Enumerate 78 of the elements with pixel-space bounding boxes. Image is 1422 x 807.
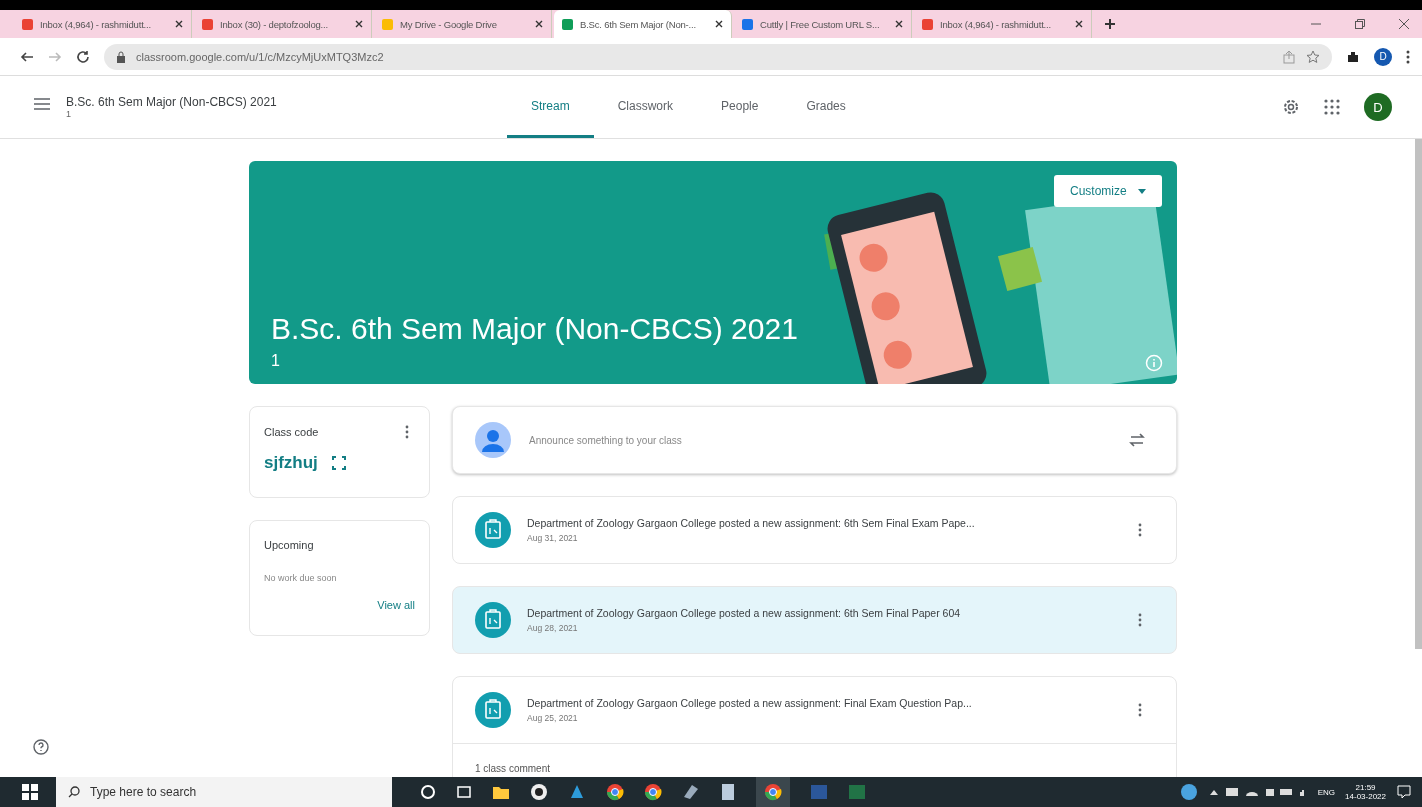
windows-start-icon[interactable]	[22, 784, 38, 800]
profile-avatar[interactable]: D	[1374, 47, 1392, 66]
nav-tab[interactable]: Grades	[782, 76, 870, 138]
taskbar-app-icon[interactable]	[720, 783, 736, 801]
scrollbar-thumb[interactable]	[1415, 139, 1422, 649]
close-tab-icon[interactable]	[895, 20, 903, 28]
post-date: Aug 31, 2021	[527, 533, 579, 543]
nav-tab[interactable]: Classwork	[593, 76, 698, 138]
class-code-label: Class code	[264, 426, 319, 438]
settings-icon[interactable]	[1282, 98, 1300, 116]
close-tab-icon[interactable]	[1075, 20, 1083, 28]
apps-grid-icon[interactable]	[1324, 99, 1340, 115]
chrome-icon[interactable]	[644, 783, 662, 801]
post-date: Aug 25, 2021	[527, 713, 579, 723]
search-icon	[68, 786, 80, 798]
taskbar-app-icon[interactable]	[682, 783, 700, 801]
clock-date[interactable]: 14-03-2022	[1345, 792, 1386, 801]
menu-icon[interactable]	[34, 98, 50, 110]
post-title: Department of Zoology Gargaon College posted a new assignment: Final Exam Question Pap...	[527, 697, 973, 709]
class-section: 1	[66, 109, 277, 119]
reload-icon[interactable]	[76, 49, 90, 64]
banner-title: B.Sc. 6th Sem Major (Non-CBCS) 2021	[271, 312, 798, 346]
assignment-icon	[475, 512, 511, 548]
close-icon[interactable]	[1398, 18, 1410, 30]
browser-tab[interactable]: B.Sc. 6th Sem Major (Non-...	[554, 10, 732, 38]
post-title: Department of Zoology Gargaon College posted a new assignment: 6th Sem Final Exam Pape...	[527, 517, 976, 529]
close-tab-icon[interactable]	[355, 20, 363, 28]
folder-icon[interactable]	[492, 784, 510, 800]
assignment-post[interactable]: Department of Zoology Gargaon College posted a new assignment: 6th Sem Final Paper 604 Aug 28, 2021	[452, 586, 1177, 654]
upcoming-title: Upcoming	[264, 539, 315, 551]
assignment-icon	[475, 602, 511, 638]
more-icon[interactable]	[1138, 613, 1142, 627]
announce-field[interactable]: Announce something to your class	[452, 406, 1177, 474]
caret-icon	[1138, 189, 1146, 195]
taskbar-app-icon[interactable]	[456, 784, 472, 800]
chrome-icon[interactable]	[606, 783, 624, 801]
class-comment-link[interactable]: 1 class comment	[475, 763, 551, 774]
language-indicator[interactable]: ENG	[1317, 787, 1336, 797]
customize-button[interactable]: Customize	[1053, 175, 1162, 207]
nav-tab[interactable]: Stream	[507, 76, 594, 138]
close-tab-icon[interactable]	[535, 20, 543, 28]
back-icon[interactable]	[20, 49, 34, 64]
assignment-icon	[475, 692, 511, 728]
address-bar[interactable]: classroom.google.com/u/1/c/MzcyMjUxMTQ3Mzc2	[104, 43, 1332, 70]
help-icon[interactable]	[33, 739, 49, 755]
more-icon[interactable]	[1138, 703, 1142, 717]
class-code: sjfzhuj	[264, 453, 318, 473]
notification-icon[interactable]	[1396, 784, 1412, 800]
chrome-icon[interactable]	[764, 783, 782, 801]
taskbar-search-field[interactable]: Type here to search	[56, 777, 392, 807]
taskbar-app-icon[interactable]	[530, 783, 548, 801]
more-icon[interactable]	[1138, 523, 1142, 537]
assignment-post[interactable]: Department of Zoology Gargaon College posted a new assignment: Final Exam Question Pap... Aug 25, 2021 1 class comment	[452, 676, 1177, 777]
lock-icon	[116, 50, 126, 63]
assignment-post[interactable]: Department of Zoology Gargaon College posted a new assignment: 6th Sem Final Exam Pape... Aug 31, 2021	[452, 496, 1177, 564]
close-tab-icon[interactable]	[715, 20, 723, 28]
repost-icon[interactable]	[1128, 431, 1146, 449]
nav-tab[interactable]: People	[697, 76, 783, 138]
fullscreen-icon[interactable]	[331, 456, 346, 470]
restore-icon[interactable]	[1354, 18, 1366, 30]
close-tab-icon[interactable]	[175, 20, 183, 28]
menu-dots-icon[interactable]	[1406, 49, 1410, 64]
upcoming-empty-text: No work due soon	[264, 573, 338, 583]
post-date: Aug 28, 2021	[527, 623, 579, 633]
more-icon[interactable]	[405, 425, 409, 439]
class-name: B.Sc. 6th Sem Major (Non-CBCS) 2021	[66, 95, 277, 109]
banner-section: 1	[271, 352, 798, 370]
view-all-link[interactable]: View all	[377, 599, 415, 611]
clock-time[interactable]: 21:59	[1355, 783, 1376, 792]
star-icon[interactable]	[1306, 49, 1320, 64]
extensions-icon[interactable]	[1346, 49, 1360, 64]
taskbar-app-icon[interactable]	[420, 784, 436, 800]
avatar-icon	[475, 422, 511, 458]
post-title: Department of Zoology Gargaon College posted a new assignment: 6th Sem Final Paper 604	[527, 607, 962, 619]
weather-icon[interactable]	[1179, 783, 1198, 801]
excel-icon[interactable]	[848, 783, 866, 801]
new-tab-icon[interactable]	[1104, 18, 1116, 30]
user-avatar[interactable]: D	[1364, 93, 1392, 121]
